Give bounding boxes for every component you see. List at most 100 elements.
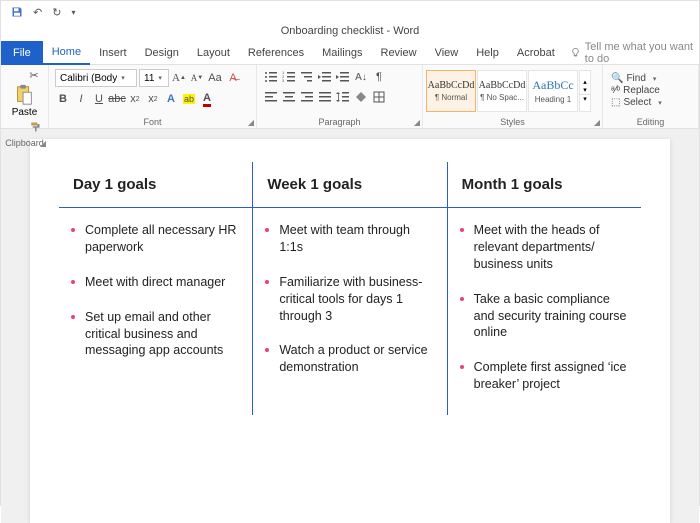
tell-me-label: Tell me what you want to do: [585, 41, 699, 65]
tab-design[interactable]: Design: [136, 41, 188, 65]
clipboard-launcher-icon[interactable]: ◢: [40, 139, 46, 149]
styles-launcher-icon[interactable]: ◢: [594, 118, 600, 128]
tell-me-search[interactable]: Tell me what you want to do: [570, 41, 699, 65]
clear-formatting-icon[interactable]: A̶: [225, 70, 241, 86]
group-editing-label: Editing: [603, 116, 698, 128]
tab-home[interactable]: Home: [43, 41, 90, 65]
font-launcher-icon[interactable]: ◢: [248, 118, 254, 128]
italic-icon[interactable]: I: [73, 91, 89, 107]
tab-file[interactable]: File: [1, 41, 43, 65]
group-font: Calibri (Body▾ 11▾ A▲ A▼ Aa A̶ B I U abc…: [49, 65, 257, 128]
list-item[interactable]: Watch a product or service demonstration: [265, 342, 434, 376]
cut-icon[interactable]: ✂: [26, 67, 42, 83]
lightbulb-icon: [570, 47, 581, 58]
find-icon: 🔍: [611, 73, 623, 84]
list-item[interactable]: Set up email and other critical business…: [71, 309, 240, 360]
col-body-day1[interactable]: Complete all necessary HR paperwork Meet…: [59, 208, 253, 416]
font-family-combo[interactable]: Calibri (Body▾: [55, 69, 137, 87]
tab-acrobat[interactable]: Acrobat: [508, 41, 564, 65]
tab-help[interactable]: Help: [467, 41, 508, 65]
styles-more-icon[interactable]: ▴ ▾ ▾: [579, 70, 591, 112]
col-body-month1[interactable]: Meet with the heads of relevant departme…: [447, 208, 641, 416]
shrink-font-icon[interactable]: A▼: [189, 70, 205, 86]
group-clipboard-label: Clipboard◢: [1, 137, 48, 149]
col-heading-month1[interactable]: Month 1 goals: [447, 162, 641, 208]
select-button[interactable]: ⬚Select▾: [611, 97, 662, 108]
paste-label: Paste: [12, 107, 38, 118]
select-icon: ⬚: [611, 97, 620, 108]
bold-icon[interactable]: B: [55, 91, 71, 107]
style-normal[interactable]: AaBbCcDd ¶ Normal: [426, 70, 476, 112]
group-editing: 🔍Find▾ ᵃ⁄ᵇReplace ⬚Select▾ Editing: [603, 65, 699, 128]
tab-review[interactable]: Review: [372, 41, 426, 65]
list-item[interactable]: Familiarize with business-critical tools…: [265, 274, 434, 325]
list-item[interactable]: Take a basic compliance and security tra…: [460, 291, 629, 342]
replace-icon: ᵃ⁄ᵇ: [611, 85, 620, 96]
font-color-icon[interactable]: A: [199, 91, 215, 107]
paste-icon: [14, 84, 34, 106]
align-left-icon[interactable]: [263, 89, 279, 105]
font-size-combo[interactable]: 11▾: [139, 69, 169, 87]
format-painter-icon[interactable]: [28, 119, 44, 135]
col-heading-day1[interactable]: Day 1 goals: [59, 162, 253, 208]
borders-icon[interactable]: [371, 89, 387, 105]
increase-indent-icon[interactable]: [335, 69, 351, 85]
find-button[interactable]: 🔍Find▾: [611, 73, 662, 84]
shading-icon[interactable]: [353, 89, 369, 105]
tab-references[interactable]: References: [239, 41, 313, 65]
grow-font-icon[interactable]: A▲: [171, 70, 187, 86]
superscript-icon[interactable]: x2: [145, 91, 161, 107]
text-effects-icon[interactable]: A: [163, 91, 179, 107]
multilevel-list-icon[interactable]: [299, 69, 315, 85]
list-item[interactable]: Complete all necessary HR paperwork: [71, 222, 240, 256]
align-right-icon[interactable]: [299, 89, 315, 105]
ribbon-tabs: File Home Insert Design Layout Reference…: [1, 41, 699, 65]
qat-customize-icon[interactable]: ▾: [71, 8, 75, 17]
tab-view[interactable]: View: [426, 41, 468, 65]
svg-text:3: 3: [282, 78, 285, 83]
document-page[interactable]: Day 1 goals Week 1 goals Month 1 goals C…: [30, 139, 670, 523]
strikethrough-icon[interactable]: abc: [109, 91, 125, 107]
sort-icon[interactable]: A↓: [353, 69, 369, 85]
list-item[interactable]: Meet with direct manager: [71, 274, 240, 291]
styles-gallery[interactable]: AaBbCcDd ¶ Normal AaBbCcDd ¶ No Spac... …: [426, 70, 591, 112]
bullets-icon[interactable]: [263, 69, 279, 85]
line-spacing-icon[interactable]: [335, 89, 351, 105]
save-icon[interactable]: [11, 6, 23, 18]
paragraph-launcher-icon[interactable]: ◢: [414, 118, 420, 128]
group-font-label: Font◢: [49, 116, 256, 128]
style-heading-1[interactable]: AaBbCc Heading 1: [528, 70, 578, 112]
col-body-week1[interactable]: Meet with team through 1:1s Familiarize …: [253, 208, 447, 416]
window-title: Onboarding checklist - Word: [1, 23, 699, 41]
list-item[interactable]: Complete first assigned ‘ice breaker’ pr…: [460, 359, 629, 393]
list-item[interactable]: Meet with the heads of relevant departme…: [460, 222, 629, 273]
group-styles-label: Styles◢: [423, 116, 602, 128]
numbering-icon[interactable]: 123: [281, 69, 297, 85]
change-case-icon[interactable]: Aa: [207, 70, 223, 86]
group-paragraph: 123 A↓ ¶: [257, 65, 423, 128]
style-no-spacing[interactable]: AaBbCcDd ¶ No Spac...: [477, 70, 527, 112]
paste-button[interactable]: Paste: [10, 84, 40, 118]
undo-icon[interactable]: ↶: [33, 6, 42, 19]
col-heading-week1[interactable]: Week 1 goals: [253, 162, 447, 208]
underline-icon[interactable]: U: [91, 91, 107, 107]
group-paragraph-label: Paragraph◢: [257, 116, 422, 128]
group-clipboard: ✂ Paste Clipboard◢: [1, 65, 49, 128]
tab-insert[interactable]: Insert: [90, 41, 136, 65]
subscript-icon[interactable]: x2: [127, 91, 143, 107]
document-area: Day 1 goals Week 1 goals Month 1 goals C…: [1, 129, 699, 523]
quick-access-toolbar: ↶ ↻ ▾: [1, 1, 699, 23]
tab-layout[interactable]: Layout: [188, 41, 239, 65]
show-hide-icon[interactable]: ¶: [371, 69, 387, 85]
onboarding-table[interactable]: Day 1 goals Week 1 goals Month 1 goals C…: [58, 161, 642, 416]
highlight-icon[interactable]: ab: [181, 91, 197, 107]
tab-mailings[interactable]: Mailings: [313, 41, 371, 65]
decrease-indent-icon[interactable]: [317, 69, 333, 85]
align-center-icon[interactable]: [281, 89, 297, 105]
justify-icon[interactable]: [317, 89, 333, 105]
list-item[interactable]: Meet with team through 1:1s: [265, 222, 434, 256]
redo-icon[interactable]: ↻: [52, 6, 61, 19]
group-styles: AaBbCcDd ¶ Normal AaBbCcDd ¶ No Spac... …: [423, 65, 603, 128]
replace-button[interactable]: ᵃ⁄ᵇReplace: [611, 85, 662, 96]
ribbon: ✂ Paste Clipboard◢ Calibri (Body▾ 11▾ A▲…: [1, 65, 699, 129]
